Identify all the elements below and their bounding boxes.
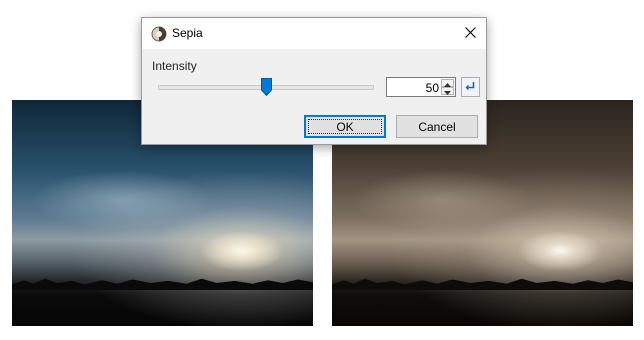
close-button[interactable] [454,18,486,49]
intensity-slider[interactable] [158,78,374,97]
title-bar[interactable]: Sepia [142,18,486,49]
intensity-label: Intensity [152,59,197,73]
reset-button[interactable] [461,77,480,97]
dialog-title: Sepia [172,26,203,40]
intensity-spinbox[interactable]: 50 [386,77,456,97]
chevron-down-icon [444,82,451,100]
focus-rectangle [308,119,382,134]
intensity-value[interactable]: 50 [426,81,439,95]
sepia-dialog: Sepia Intensity 50 OK Cancel [141,17,487,145]
cancel-label: Cancel [418,119,456,134]
undo-arrow-icon [465,78,476,96]
slider-thumb[interactable] [261,78,272,97]
ok-button[interactable]: OK [304,115,386,138]
tree-silhouette [332,278,633,290]
close-icon [464,25,476,43]
tree-silhouette [12,278,313,290]
cancel-button[interactable]: Cancel [396,115,478,138]
spin-down-button[interactable] [441,87,454,95]
sepia-app-icon [151,26,167,42]
